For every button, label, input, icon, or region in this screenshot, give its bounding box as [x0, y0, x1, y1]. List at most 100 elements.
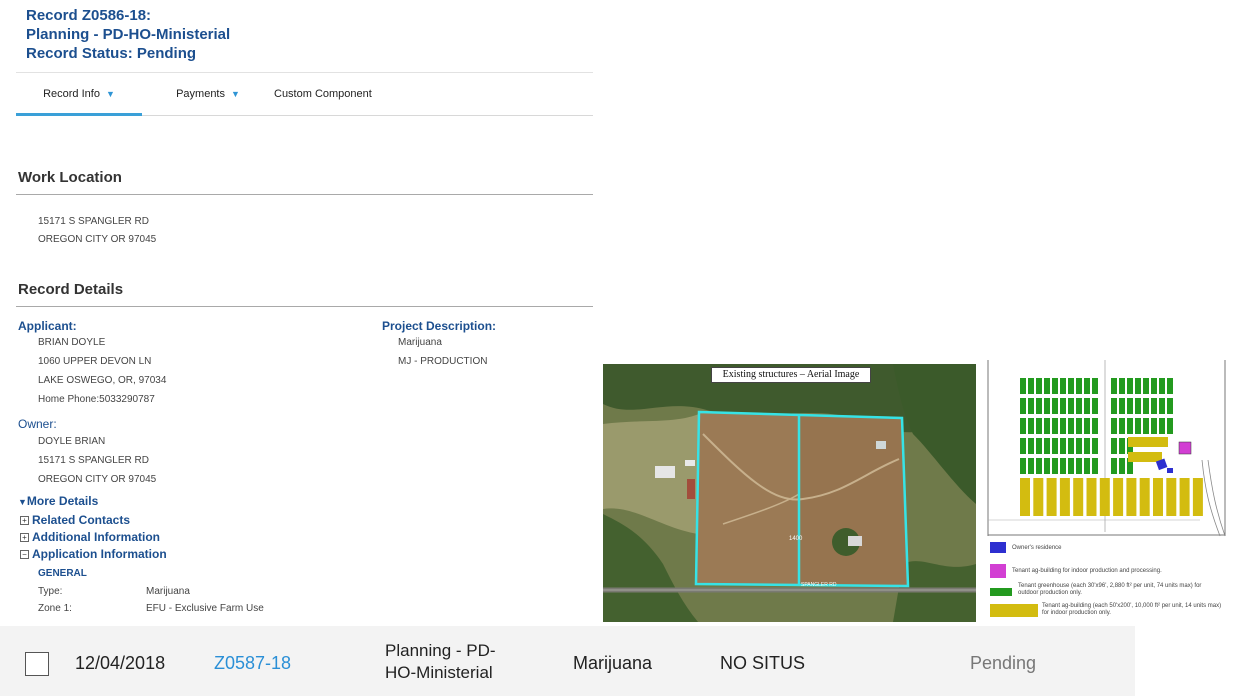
more-details-toggle[interactable]: ▼More Details [18, 494, 98, 508]
aerial-map-graphic: 1400 SPANGLER RD [603, 364, 976, 622]
greenhouse-unit [1020, 458, 1026, 474]
greenhouse-unit [1052, 378, 1058, 394]
greenhouse-unit [1111, 378, 1117, 394]
greenhouse-unit [1020, 378, 1026, 394]
row-description: Marijuana [573, 653, 653, 673]
record-type: Planning - PD-HO-Ministerial [26, 26, 231, 43]
greenhouse-unit [1084, 438, 1090, 454]
project-description-line2: MJ - PRODUCTION [398, 356, 488, 367]
tab-payments[interactable]: Payments ▼ [158, 73, 258, 115]
row-record-type-line2: HO-Ministerial [385, 663, 493, 682]
row-record-link[interactable]: Z0587-18 [214, 653, 291, 674]
road-marker: SPANGLER RD [801, 582, 837, 588]
greenhouse-unit [1036, 458, 1042, 474]
zone-value: EFU - Exclusive Farm Use [146, 603, 264, 614]
greenhouse-unit [1119, 398, 1125, 414]
greenhouse-unit [1159, 418, 1165, 434]
tab-payments-label: Payments [176, 88, 225, 100]
section-divider [16, 306, 593, 307]
applicant-label: Applicant: [18, 319, 77, 333]
legend-owner-residence: Owner's residence [1012, 545, 1062, 551]
ag-building-unit [1059, 478, 1070, 516]
related-contacts-label: Related Contacts [32, 513, 131, 527]
greenhouse-unit [1151, 378, 1157, 394]
applicant-info: BRIAN DOYLE 1060 UPPER DEVON LN LAKE OSW… [38, 333, 166, 409]
greenhouse-unit [1092, 418, 1098, 434]
tab-custom-component[interactable]: Custom Component [274, 73, 372, 115]
tab-custom-component-label: Custom Component [274, 88, 372, 100]
greenhouse-unit [1084, 418, 1090, 434]
site-plan-diagram: Owner's residence Tenant ag-building for… [980, 360, 1231, 622]
ag-building-unit [1192, 478, 1203, 516]
work-location-street: 15171 S SPANGLER RD [38, 216, 149, 227]
greenhouse-unit [1060, 398, 1066, 414]
greenhouse-unit [1084, 458, 1090, 474]
greenhouse-unit [1111, 458, 1117, 474]
applicant-street: 1060 UPPER DEVON LN [38, 356, 152, 367]
greenhouse-unit [1044, 398, 1050, 414]
row-record-type-line1: Planning - PD- [385, 641, 496, 660]
greenhouse-unit [1028, 458, 1034, 474]
aerial-image-caption: Existing structures – Aerial Image [711, 367, 871, 383]
owner-street: 15171 S SPANGLER RD [38, 455, 149, 466]
greenhouse-unit [1092, 398, 1098, 414]
project-description-line1: Marijuana [398, 337, 442, 348]
greenhouse-unit [1060, 458, 1066, 474]
ag-building-unit [1113, 478, 1124, 516]
ag-building-unit [1033, 478, 1044, 516]
greenhouse-unit [1044, 438, 1050, 454]
additional-information-toggle[interactable]: + Additional Information [20, 530, 160, 544]
row-record-type: Planning - PD- HO-Ministerial [385, 640, 496, 684]
table-row[interactable]: 12/04/2018 Z0587-18 Planning - PD- HO-Mi… [0, 626, 1135, 696]
greenhouse-unit [1052, 458, 1058, 474]
greenhouse-unit [1127, 418, 1133, 434]
tab-record-info[interactable]: Record Info ▼ [16, 73, 142, 116]
row-select-checkbox[interactable] [25, 652, 49, 676]
ag-building-unit [1139, 478, 1150, 516]
record-status: Record Status: Pending [26, 45, 197, 62]
greenhouse-unit [1143, 398, 1149, 414]
greenhouse-unit [1052, 418, 1058, 434]
greenhouse-unit [1127, 378, 1133, 394]
greenhouse-unit [1135, 418, 1141, 434]
type-label: Type: [38, 586, 63, 597]
greenhouse-unit [1060, 378, 1066, 394]
work-location-city: OREGON CITY OR 97045 [38, 234, 157, 245]
owner-label: Owner: [18, 417, 57, 431]
ag-building-unit [1073, 478, 1084, 516]
greenhouse-unit [1068, 398, 1074, 414]
greenhouse-unit [1076, 458, 1082, 474]
related-contacts-toggle[interactable]: + Related Contacts [20, 513, 130, 527]
greenhouse-unit [1076, 398, 1082, 414]
work-location-address: 15171 S SPANGLER RD OREGON CITY OR 97045 [38, 213, 156, 249]
record-details-heading: Record Details [18, 281, 124, 298]
greenhouse-unit [1159, 378, 1165, 394]
greenhouse-unit [1151, 398, 1157, 414]
owner-name: DOYLE BRIAN [38, 436, 106, 447]
greenhouse-unit [1076, 378, 1082, 394]
greenhouse-unit [1044, 458, 1050, 474]
work-location-heading: Work Location [18, 169, 122, 186]
caret-down-icon: ▼ [231, 89, 240, 99]
project-description-label: Project Description: [382, 319, 497, 333]
row-address: NO SITUS [720, 653, 806, 673]
greenhouse-unit [1092, 378, 1098, 394]
greenhouse-unit [1028, 418, 1034, 434]
additional-information-label: Additional Information [32, 530, 160, 544]
greenhouse-unit [1052, 438, 1058, 454]
greenhouse-unit [1119, 418, 1125, 434]
greenhouse-unit [1028, 398, 1034, 414]
section-divider [16, 194, 593, 195]
type-value: Marijuana [146, 586, 190, 597]
greenhouse-unit [1092, 438, 1098, 454]
greenhouse-unit [1143, 418, 1149, 434]
row-status: Pending [970, 653, 1037, 673]
legend-ag-building-processing: Tenant ag-building for indoor production… [1012, 568, 1162, 574]
greenhouse-unit [1151, 418, 1157, 434]
greenhouse-unit [1068, 418, 1074, 434]
greenhouse-unit [1159, 398, 1165, 414]
greenhouse-unit [1167, 378, 1173, 394]
application-information-toggle[interactable]: − Application Information [20, 547, 167, 561]
record-header: Record Z0586-18: Planning - PD-HO-Minist… [26, 6, 230, 63]
greenhouse-unit [1135, 378, 1141, 394]
